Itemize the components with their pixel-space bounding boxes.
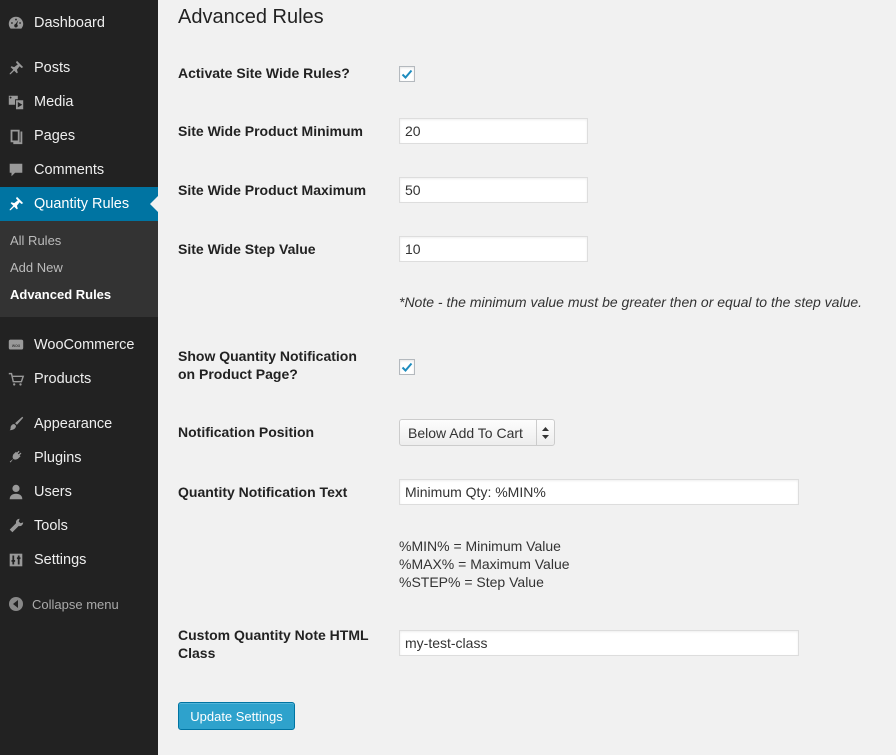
activate-rules-checkbox[interactable] [399,66,415,82]
menu-item-products[interactable]: Products [0,362,158,396]
menu-item-label: WooCommerce [34,337,135,353]
dashboard-icon [7,14,25,32]
menu-item-label: Tools [34,518,68,534]
collapse-menu-button[interactable]: Collapse menu [0,591,158,617]
notification-text-label: Quantity Notification Text [178,484,348,500]
menu-item-label: Products [34,371,92,387]
step-input[interactable] [399,236,588,262]
menu-item-label: Quantity Rules [34,196,130,212]
collapse-menu-label: Collapse menu [32,596,119,612]
show-notification-label-line2: on Product Page? [178,366,298,382]
wrench-icon [7,517,25,535]
menu-item-label: Plugins [34,450,82,466]
checkmark-icon [401,362,413,372]
menu-item-label: Media [34,94,74,110]
menu-item-appearance[interactable]: Appearance [0,407,158,441]
collapse-arrow-icon [8,596,24,612]
comment-icon [7,161,25,179]
svg-text:woo: woo [12,343,21,348]
notification-position-select[interactable]: Below Add To Cart [399,419,555,446]
cart-icon [7,370,25,388]
menu-item-label: Dashboard [34,15,105,31]
woo-icon: woo [7,336,25,354]
submenu-item-advanced-rules[interactable]: Advanced Rules [10,287,111,302]
menu-item-label: Pages [34,128,76,144]
legend-min: %MIN% = Minimum Value [399,538,561,554]
menu-item-posts[interactable]: Posts [0,51,158,85]
media-icon [7,93,25,111]
menu-item-woocommerce[interactable]: woo WooCommerce [0,328,158,362]
menu-item-dashboard[interactable]: Dashboard [0,6,158,40]
submenu-item-add-new[interactable]: Add New [10,260,63,275]
menu-item-media[interactable]: Media [0,85,158,119]
notification-position-value: Below Add To Cart [408,424,523,441]
min-label: Site Wide Product Minimum [178,123,363,139]
custom-class-label-line2: Class [178,645,216,661]
menu-item-tools[interactable]: Tools [0,509,158,543]
menu-item-settings[interactable]: Settings [0,543,158,577]
show-notification-label-line1: Show Quantity Notification [178,348,357,364]
step-label: Site Wide Step Value [178,241,316,257]
checkmark-icon [401,69,413,79]
max-label: Site Wide Product Maximum [178,182,367,198]
page-title: Advanced Rules [178,6,324,28]
plug-icon [7,449,25,467]
admin-sidebar: Dashboard Posts Media Pages Comments Qua… [0,0,158,755]
select-arrows-icon [536,420,554,445]
settings-icon [7,551,25,569]
update-settings-button[interactable]: Update Settings [178,702,295,730]
custom-class-input[interactable] [399,630,799,656]
menu-item-quantity-rules[interactable]: Quantity Rules [0,187,158,221]
pin-icon [7,59,25,77]
max-input[interactable] [399,177,588,203]
notification-position-label: Notification Position [178,424,315,440]
menu-item-pages[interactable]: Pages [0,119,158,153]
step-note: *Note - the minimum value must be greate… [399,294,863,310]
user-icon [7,483,25,501]
legend-max: %MAX% = Maximum Value [399,556,570,572]
show-notification-checkbox[interactable] [399,359,415,375]
menu-item-plugins[interactable]: Plugins [0,441,158,475]
custom-class-label-line1: Custom Quantity Note HTML [178,627,369,643]
min-input[interactable] [399,118,588,144]
menu-item-comments[interactable]: Comments [0,153,158,187]
menu-item-label: Posts [34,60,71,76]
pin-icon [7,195,25,213]
submenu-item-all-rules[interactable]: All Rules [10,233,61,248]
brush-icon [7,415,25,433]
menu-item-label: Comments [34,162,105,178]
menu-item-users[interactable]: Users [0,475,158,509]
pages-icon [7,127,25,145]
quantity-rules-submenu: All Rules Add New Advanced Rules [0,221,158,317]
activate-rules-label: Activate Site Wide Rules? [178,65,350,81]
menu-item-label: Settings [34,552,87,568]
menu-item-label: Appearance [34,416,113,432]
legend-step: %STEP% = Step Value [399,574,544,590]
notification-text-input[interactable] [399,479,799,505]
menu-item-label: Users [34,484,72,500]
